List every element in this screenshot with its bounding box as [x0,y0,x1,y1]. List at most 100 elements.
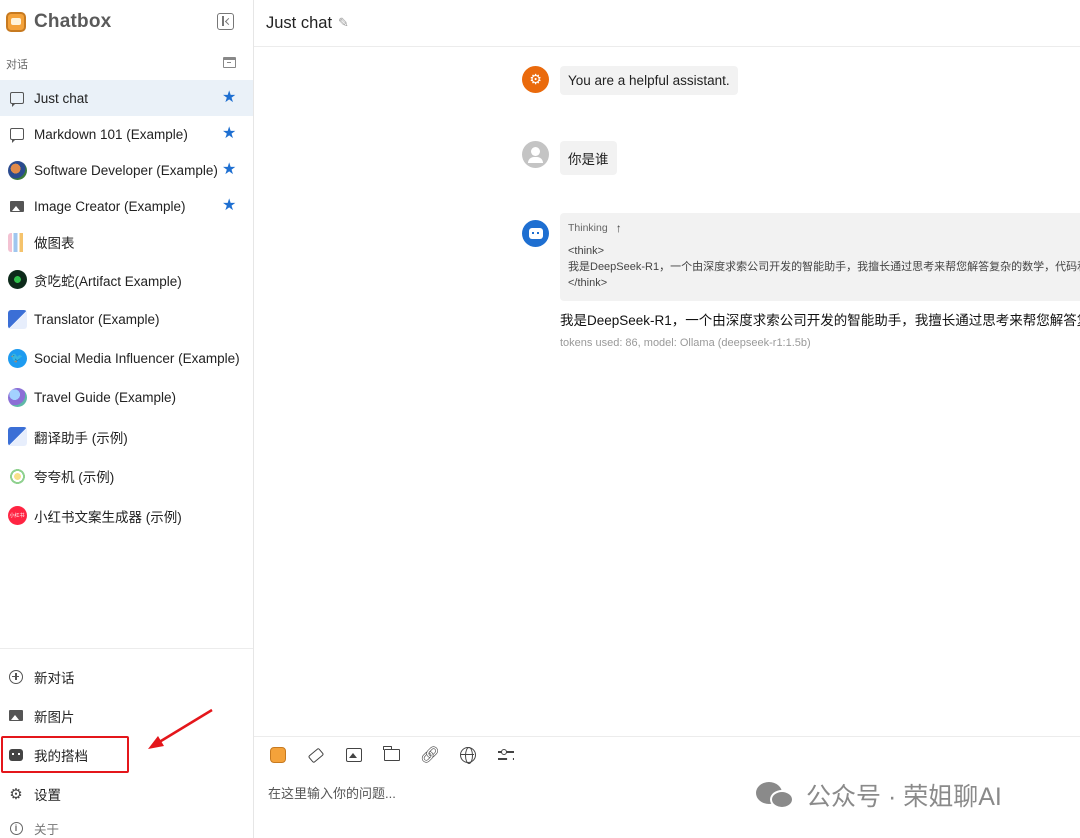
globe-icon [460,747,476,764]
about-label: 关于 [34,822,60,837]
main-panel: Just chat ✎ ⚙ You are a helpful assistan… [254,0,1080,838]
conversations-section-label: 对话 [6,59,28,71]
conversation-item-snake[interactable]: 贪吃蛇(Artifact Example) [0,260,253,299]
thinking-label: Thinking [568,222,608,234]
conversation-label: Markdown 101 (Example) [34,126,188,142]
chat-bubble-icon [7,124,27,144]
user-avatar-icon [522,141,549,168]
attach-image-button[interactable] [344,745,364,765]
edit-title-icon[interactable]: ✎ [338,15,349,31]
think-text: 我是DeepSeek-R1，一个由深度求索公司开发的智能助手，我擅长通过思考来帮… [568,261,1080,273]
info-icon: i [8,820,24,836]
think-open-tag: <think> [568,245,605,257]
conversation-item-translate-assistant[interactable]: 翻译助手 (示例) [0,417,253,456]
message-meta: tokens used: 86, model: Ollama (deepseek… [560,337,811,349]
copilot-picker-button[interactable] [268,745,288,765]
thinking-toggle[interactable]: Thinking ↑ [568,221,1072,235]
chatbox-logo-icon [6,12,26,32]
conversation-item-software-developer[interactable]: Software Developer (Example) ★ [0,152,253,188]
clear-context-button[interactable] [306,745,326,765]
system-message-text: You are a helpful assistant. [560,66,738,95]
new-image-label: 新图片 [34,709,75,725]
settings-sliders-button[interactable] [496,745,516,765]
plus-circle-icon [8,669,24,685]
praise-avatar-icon [7,466,27,486]
highlight-box [1,736,129,773]
robot-icon [522,220,549,247]
star-icon[interactable]: ★ [222,161,236,179]
brand: Chatbox [6,8,246,36]
wechat-icon [756,780,796,810]
archive-icon[interactable] [223,57,236,68]
chat-bubble-icon [7,88,27,108]
conversation-label: 夸夸机 (示例) [34,470,115,485]
assistant-avatar [522,220,560,247]
conversation-item-travel-guide[interactable]: Travel Guide (Example) [0,378,253,417]
about-button[interactable]: i 关于 [0,813,253,838]
new-chat-label: 新对话 [34,670,75,686]
thinking-content: <think> 我是DeepSeek-R1，一个由深度求索公司开发的智能助手，我… [568,243,1080,291]
sliders-icon [498,748,514,761]
add-image-icon [8,708,24,724]
assistant-answer: 我是DeepSeek-R1，一个由深度求索公司开发的智能助手，我擅长通过思考来帮… [560,313,1080,328]
conversation-label: Just chat [34,90,89,106]
conversation-label: Image Creator (Example) [34,198,186,214]
conversation-item-social-media[interactable]: 🐦 Social Media Influencer (Example) [0,339,253,378]
conversation-list: Just chat ★ Markdown 101 (Example) ★ Sof… [0,80,253,535]
conversation-item-praise[interactable]: 夸夸机 (示例) [0,456,253,496]
star-icon[interactable]: ★ [222,197,236,215]
think-close-tag: </think> [568,277,608,289]
image-icon [7,196,27,216]
user-message-text: 你是谁 [560,141,617,175]
thinking-panel: Thinking ↑ <think> 我是DeepSeek-R1，一个由深度求索… [560,213,1080,301]
watermark-text: 公众号 · 荣姐聊AI [806,783,1002,811]
conversation-item-translator[interactable]: Translator (Example) [0,299,253,339]
gear-icon: ⚙ [522,66,549,93]
image-icon [346,748,362,762]
chat-header: Just chat ✎ [254,0,1080,47]
conversation-label: 贪吃蛇(Artifact Example) [34,273,182,289]
travel-avatar-icon [7,388,27,408]
web-search-button[interactable] [458,745,478,765]
annotation-arrow-icon [148,708,213,749]
translator-avatar-icon [7,309,27,329]
attach-link-button[interactable]: 🔗︎ [420,745,440,765]
chart-avatar-icon [7,232,27,252]
snake-avatar-icon [7,270,27,290]
new-chat-button[interactable]: 新对话 [0,657,253,696]
developer-avatar-icon [7,160,27,180]
collapse-sidebar-icon[interactable] [217,13,234,30]
star-icon[interactable]: ★ [222,89,236,107]
link-icon: 🔗︎ [419,747,441,764]
app-name: Chatbox [34,11,112,32]
eraser-icon [307,747,325,763]
attach-file-button[interactable] [382,745,402,765]
watermark: 公众号 · 荣姐聊AI [756,777,1002,813]
conversation-item-image-creator[interactable]: Image Creator (Example) ★ [0,188,253,224]
folder-icon [383,746,400,761]
star-icon[interactable]: ★ [222,125,236,143]
chat-title: Just chat [266,13,333,32]
conversation-label: Travel Guide (Example) [34,390,177,405]
conversation-item-markdown[interactable]: Markdown 101 (Example) ★ [0,116,253,152]
chatbox-logo-icon [270,747,286,763]
system-message: ⚙ You are a helpful assistant. [522,66,738,95]
conversation-label: Social Media Influencer (Example) [34,351,240,366]
settings-button[interactable]: ⚙ 设置 [0,774,253,813]
conversation-item-xiaohongshu[interactable]: 小红书 小红书文案生成器 (示例) [0,496,253,535]
gear-icon: ⚙ [9,785,23,803]
conversation-label: 翻译助手 (示例) [34,430,128,446]
twitter-avatar-icon: 🐦 [7,349,27,369]
conversation-label: Software Developer (Example) [34,162,218,178]
xiaohongshu-avatar-icon: 小红书 [7,506,27,526]
conversation-label: Translator (Example) [34,311,160,327]
translator-avatar-icon [7,427,27,447]
conversation-label: 小红书文案生成器 (示例) [34,509,182,525]
arrow-up-icon: ↑ [615,221,622,235]
user-message: 你是谁 [522,141,617,175]
conversation-label: 做图表 [34,236,75,251]
message-input[interactable] [268,781,748,805]
conversation-item-just-chat[interactable]: Just chat ★ [0,80,253,116]
composer-toolbar: 🔗︎ [268,745,534,765]
conversation-item-chart[interactable]: 做图表 [0,224,253,260]
